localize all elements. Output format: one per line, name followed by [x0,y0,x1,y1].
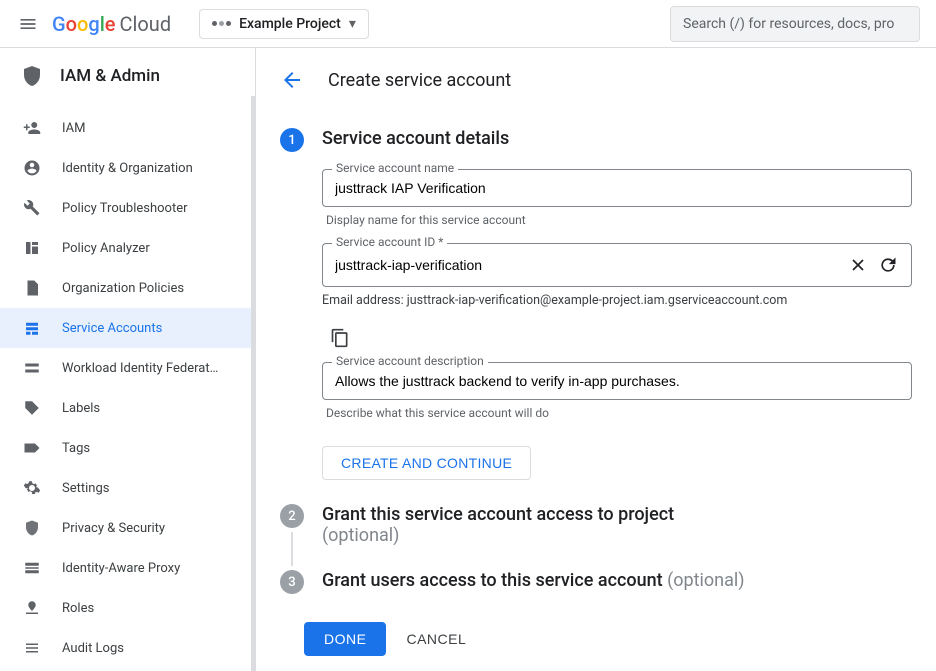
section-title-text: IAM & Admin [60,66,160,86]
step-3-title: Grant users access to this service accou… [322,570,912,591]
sidebar-item-troubleshooter[interactable]: Policy Troubleshooter [0,188,255,228]
page-header: Create service account [256,48,936,104]
service-account-desc-field: Service account description [322,362,912,400]
clear-icon[interactable] [847,254,869,276]
person-add-icon [22,118,42,138]
search-placeholder: Search (/) for resources, docs, pro [683,16,894,32]
sidebar-item-label: Tags [62,441,90,456]
sidebar-item-label: Policy Analyzer [62,241,150,256]
list-icon [22,638,42,658]
chevron-down-icon: ▾ [349,16,356,32]
sidebar-item-label: Identity-Aware Proxy [62,561,180,576]
sidebar-item-label: Settings [62,481,109,496]
sidebar-item-labels[interactable]: Labels [0,388,255,428]
person-circle-icon [22,158,42,178]
desc-helper: Describe what this service account will … [326,406,912,420]
gcp-logo[interactable]: Google Cloud [52,12,171,36]
step-3-title-text: Grant users access to this service accou… [322,570,667,591]
sidebar-item-audit-logs[interactable]: Audit Logs [0,628,255,668]
create-and-continue-button[interactable]: CREATE AND CONTINUE [322,446,531,480]
service-account-id-field: Service account ID * [322,243,912,287]
sidebar-item-settings[interactable]: Settings [0,468,255,508]
federation-icon [22,358,42,378]
name-helper: Display name for this service account [326,213,912,227]
sidebar-item-label: Labels [62,401,100,416]
sidebar-item-label: Organization Policies [62,281,184,296]
service-account-name-field: Service account name [322,169,912,207]
step-1-badge: 1 [280,128,304,152]
step-1-title: Service account details [322,128,912,149]
sidebar-item-wif[interactable]: Workload Identity Federat… [0,348,255,388]
sidebar-item-analyzer[interactable]: Policy Analyzer [0,228,255,268]
email-line: Email address: justtrack-iap-verificatio… [322,293,912,308]
sidebar-item-iam[interactable]: IAM [0,108,255,148]
back-arrow-icon[interactable] [280,68,304,92]
service-account-id-input[interactable] [335,257,839,273]
nav-list: IAM Identity & Organization Policy Troub… [0,104,255,668]
project-dots-icon [212,21,231,26]
sidebar-item-label: Service Accounts [62,321,162,336]
doc-icon [22,278,42,298]
email-value: justtrack-iap-verification@example-proje… [407,293,788,308]
email-prefix: Email address: [322,293,407,308]
done-button[interactable]: DONE [304,622,386,656]
refresh-icon[interactable] [877,254,899,276]
tag-icon [22,398,42,418]
sidebar-item-service-accounts[interactable]: Service Accounts [0,308,255,348]
field-label: Service account ID * [332,235,447,249]
sidebar-item-identity[interactable]: Identity & Organization [0,148,255,188]
wrench-icon [22,198,42,218]
page-title: Create service account [328,70,511,91]
sidebar: IAM & Admin IAM Identity & Organization … [0,48,256,671]
analyzer-icon [22,238,42,258]
step-2-optional: (optional) [322,525,399,546]
iap-icon [22,558,42,578]
menu-icon[interactable] [16,12,40,36]
sidebar-item-iap[interactable]: Identity-Aware Proxy [0,548,255,588]
copy-icon[interactable] [330,328,912,348]
bottom-actions: DONE CANCEL [280,594,912,656]
step-1: 1 Service account details Service accoun… [280,104,912,480]
sidebar-item-label: Identity & Organization [62,161,193,176]
search-input[interactable]: Search (/) for resources, docs, pro [670,6,920,42]
sidebar-item-privacy[interactable]: Privacy & Security [0,508,255,548]
step-2-title: Grant this service account access to pro… [322,504,912,546]
sidebar-item-org-policies[interactable]: Organization Policies [0,268,255,308]
sidebar-item-roles[interactable]: Roles [0,588,255,628]
step-2: 2 Grant this service account access to p… [280,480,912,546]
sidebar-item-label: Audit Logs [62,641,124,656]
sidebar-item-label: Roles [62,601,94,616]
project-picker[interactable]: Example Project ▾ [199,9,369,39]
topbar: Google Cloud Example Project ▾ Search (/… [0,0,936,48]
step-3: 3 Grant users access to this service acc… [280,546,912,594]
roles-icon [22,598,42,618]
logo-cloud-text: Cloud [120,12,172,36]
step-2-badge: 2 [280,504,304,528]
sidebar-item-label: Workload Identity Federat… [62,361,218,376]
tags-icon [22,438,42,458]
field-label: Service account name [332,161,458,175]
service-account-desc-input[interactable] [335,373,899,389]
project-name: Example Project [239,16,341,32]
step-2-title-text: Grant this service account access to pro… [322,504,674,525]
sidebar-item-label: IAM [62,121,85,136]
step-3-optional: (optional) [667,570,744,591]
sidebar-item-tags[interactable]: Tags [0,428,255,468]
cancel-button[interactable]: CANCEL [406,631,466,647]
field-label: Service account description [332,354,488,368]
service-account-name-input[interactable] [335,180,899,196]
sidebar-item-label: Privacy & Security [62,521,165,536]
gear-icon [22,478,42,498]
sidebar-item-label: Policy Troubleshooter [62,201,188,216]
step-3-badge: 3 [280,570,304,594]
shield-outline-icon [22,518,42,538]
section-header: IAM & Admin [0,48,255,104]
shield-icon [20,64,44,88]
content: Create service account 1 Service account… [256,48,936,671]
service-account-icon [22,318,42,338]
